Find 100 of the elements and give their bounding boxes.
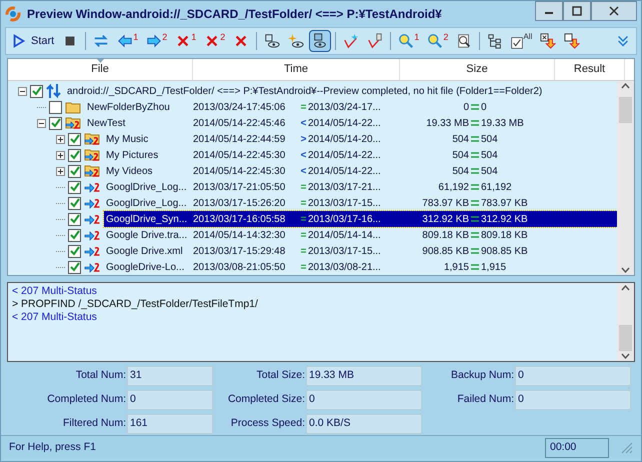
expand-icon[interactable] (56, 134, 65, 144)
log-line: > PROPFIND /_SDCARD_/TestFolder/TestFileTmp1/ (12, 298, 259, 311)
scrollbar-thumb[interactable] (619, 325, 632, 351)
toolbar-button[interactable]: 2 (143, 30, 170, 52)
expand-icon[interactable] (56, 150, 65, 160)
time-cell-text: 2014/05/14-22:44:59 (193, 132, 286, 146)
tree-row[interactable]: GooglDrive_Log... 2013/03/17-21:05:50 =2013/03/17-21... 61,192 61,192 (104, 179, 617, 195)
checkbox[interactable] (68, 148, 81, 162)
tree-row[interactable]: NewTest 2014/05/14-22:45:46 <2014/05/14-22... 19.33 MB 19.33 MB (85, 115, 617, 131)
size-cell-text: 908.85 KB (481, 244, 528, 258)
stat-field: 0.0 KB/S (306, 414, 422, 434)
time-compare-sign: = (300, 100, 308, 114)
tree-item[interactable]: android://_SDCARD_/TestFolder/ <==> P:¥TestAndroid¥--Preview completed, no hit file (Folder1==Folder2) (65, 84, 544, 98)
size-cell-text: 504 (481, 132, 498, 146)
scrollbar[interactable] (617, 283, 634, 361)
chevron-down-icon[interactable] (621, 353, 630, 359)
resize-grip-icon[interactable] (621, 442, 633, 454)
down-arrow-icon (564, 33, 580, 49)
time-cell-text: 2013/03/17-21:05:50 (193, 180, 286, 194)
checkbox[interactable] (30, 84, 43, 98)
time-cell-text: 2014/05/14-20... (308, 132, 382, 146)
checkbox[interactable] (68, 164, 81, 178)
tree-row[interactable]: Google Drive.xml 2013/03/17-15:29:48 =2013/03/17-15... 908.85 KB 908.85 KB (104, 243, 617, 259)
chevron-up-icon[interactable] (621, 83, 630, 89)
tree-row[interactable]: My Pictures 2014/05/14-22:45:30 <2014/05/14-22... 504 504 (104, 147, 617, 163)
time-compare-sign: < (300, 148, 308, 162)
maximize-button[interactable] (563, 1, 591, 21)
size-cell-text: 19.33 MB (426, 116, 469, 130)
up-down-arrows-icon (46, 83, 62, 99)
toolbar-button[interactable]: 1 (114, 30, 142, 52)
time-cell-text: 2013/03/17-16:05:58 (193, 212, 286, 226)
time-cell-text: 2014/05/14-22... (308, 148, 382, 162)
column-header[interactable]: Time (193, 59, 400, 80)
sort-indicator-icon (96, 59, 104, 63)
toolbar-button[interactable]: 1 (172, 30, 200, 52)
collapse-icon[interactable] (18, 86, 27, 96)
magnifier-icon (427, 33, 444, 49)
chevron-up-icon[interactable] (621, 285, 630, 291)
stat-field: 0 (306, 390, 422, 410)
stat-field: 0 (515, 366, 631, 386)
equal-sign-icon (470, 103, 480, 111)
toolbar-button[interactable]: 2 (424, 30, 452, 52)
tree-row[interactable]: Google Drive.tra... 2014/05/14-14:32:30 =2014/05/14-14... 809.18 KB 809.18 KB (104, 227, 617, 243)
size-cell-text: 783.97 KB (481, 196, 528, 210)
minimize-button[interactable] (535, 1, 563, 21)
time-compare-sign: = (300, 244, 308, 258)
scrollbar[interactable] (617, 81, 634, 275)
chevron-down-icon[interactable] (621, 267, 630, 273)
arrow-icon (84, 180, 100, 194)
app-logo-icon (5, 6, 21, 22)
file-name: My Pictures (105, 148, 160, 162)
tree-row[interactable]: My Music 2014/05/14-22:44:59 >2014/05/14-20... 504 504 (104, 131, 617, 147)
status-message: For Help, press F1 (9, 440, 97, 455)
time-cell-text: 2014/05/14-14... (308, 228, 382, 242)
tree-row[interactable]: GooglDrive_Log... 2013/03/17-15:26:20 =2013/03/17-15... 783.97 KB 783.97 KB (104, 195, 617, 211)
stat-label: Failed Num: (456, 392, 515, 408)
time-compare-sign: < (300, 116, 308, 130)
checkbox[interactable] (49, 100, 62, 114)
file-name: Google Drive.tra... (105, 228, 188, 242)
arrow-icon (84, 244, 100, 258)
time-cell-text: 2013/03/17-15:26:20 (193, 196, 286, 210)
checkbox[interactable] (68, 132, 81, 146)
toolbar-button[interactable]: 1 (395, 30, 422, 52)
column-header[interactable]: Result (555, 59, 625, 80)
toolbar-button[interactable]: 2 (201, 30, 228, 52)
column-header[interactable]: File (8, 59, 193, 80)
size-cell-text: 809.18 KB (481, 228, 528, 242)
file-name: My Music (105, 132, 150, 146)
checkbox[interactable] (68, 212, 81, 226)
stat-field: 19.33 MB (306, 366, 422, 386)
toolbar-button[interactable]: Start (8, 30, 58, 52)
expand-icon[interactable] (56, 166, 65, 176)
tree-row[interactable]: GooglDrive_Syn... 2013/03/17-16:05:58 =2013/03/17-16... 312.92 KB 312.92 KB (104, 211, 617, 227)
checkbox[interactable] (49, 116, 62, 130)
maximize-icon (571, 6, 583, 16)
checkbox[interactable] (68, 196, 81, 210)
size-cell-text: 0 (463, 100, 469, 114)
tree-row[interactable]: My Videos 2014/05/14-22:45:30 <2014/05/14-22... 504 504 (104, 163, 617, 179)
arrow-left-icon (117, 33, 134, 49)
time-cell-text: 2014/05/14-22:45:30 (193, 148, 286, 162)
close-button[interactable] (591, 1, 637, 21)
size-cell-text: 312.92 KB (422, 212, 469, 226)
toolbar-button[interactable]: All (508, 30, 536, 52)
scrollbar-thumb[interactable] (619, 97, 632, 123)
size-cell-text: 1,915 (444, 260, 469, 274)
eye-icon (264, 33, 280, 49)
checkbox[interactable] (68, 244, 81, 258)
time-cell-text: 2013/03/17-15:29:48 (193, 244, 286, 258)
tree-row[interactable]: NewFolderByZhou 2013/03/24-17:45:06 =2013/03/24-17... 0 0 (85, 99, 617, 115)
checkbox[interactable] (68, 228, 81, 242)
tree-row[interactable]: GoogleDrive-Lo... 2013/03/08-21:05:50 =2013/03/08-21... 1,915 1,915 (104, 259, 617, 275)
eye-icon (288, 33, 304, 49)
toolbar-button[interactable] (309, 30, 332, 52)
collapse-icon[interactable] (37, 118, 46, 128)
column-header[interactable]: Size (400, 59, 555, 80)
equal-sign-icon (470, 231, 480, 239)
time-compare-sign: = (300, 260, 308, 274)
checkbox[interactable] (68, 260, 81, 274)
close-icon (608, 6, 620, 16)
checkbox[interactable] (68, 180, 81, 194)
